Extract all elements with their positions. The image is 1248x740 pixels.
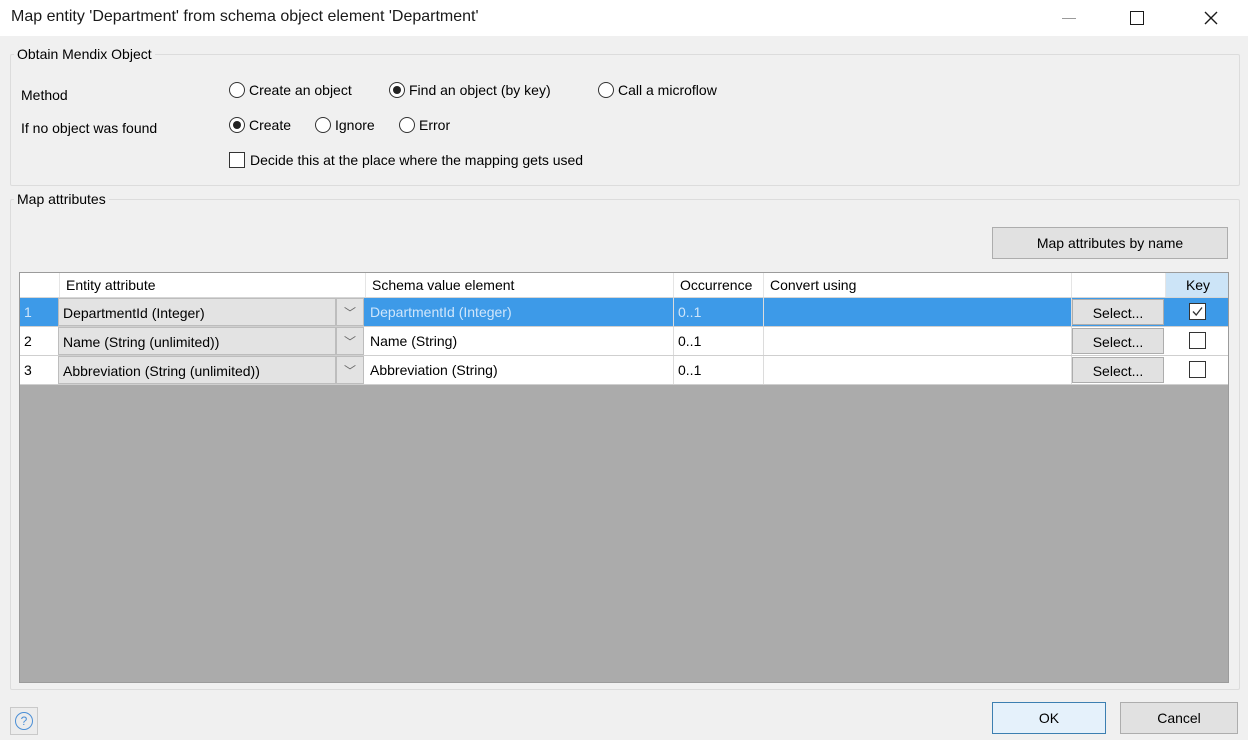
row-number: 2 [24,333,32,349]
column-header-occurrence[interactable]: Occurrence [674,273,764,297]
map-attributes-legend: Map attributes [17,191,106,207]
column-header-key[interactable]: Key [1166,273,1228,297]
obtain-object-group: Obtain Mendix Object [10,46,1240,186]
convert-using-cell [764,327,1072,355]
radio-ignore[interactable] [315,117,331,133]
check-icon [1192,307,1203,317]
minimize-button[interactable] [1042,0,1096,36]
schema-value-cell: DepartmentId (Integer) [366,298,674,326]
radio-find-object[interactable] [389,82,405,98]
attribute-grid: Entity attribute Schema value element Oc… [19,272,1229,683]
help-button[interactable]: ? [10,707,38,735]
occurrence-cell: 0..1 [674,298,764,326]
map-by-name-button[interactable]: Map attributes by name [992,227,1228,259]
table-row[interactable]: 2 Name (String (unlimited)) ﹀ Name (Stri… [20,327,1228,356]
not-found-option-create[interactable]: Create [229,117,291,133]
select-converter-button[interactable]: Select... [1072,328,1164,354]
convert-using-cell [764,298,1072,326]
close-icon [1204,11,1218,25]
decide-checkbox[interactable] [229,152,245,168]
radio-label: Create [249,117,292,133]
not-found-label: If no object was found [21,120,158,136]
method-option-create[interactable]: Create an object [229,82,352,98]
column-header-schema[interactable]: Schema value element [366,273,674,297]
table-row[interactable]: 1 DepartmentId (Integer) ﹀ DepartmentId … [20,298,1228,327]
maximize-icon [1130,11,1144,25]
convert-using-cell [764,356,1072,384]
entity-attribute-dropdown[interactable]: Abbreviation (String (unlimited)) [58,356,336,384]
schema-value-cell: Name (String) [366,327,674,355]
row-number-header [20,273,60,297]
ok-button[interactable]: OK [992,702,1106,734]
column-header-entity[interactable]: Entity attribute [60,273,366,297]
row-number: 3 [24,362,32,378]
occurrence-cell: 0..1 [674,327,764,355]
table-row[interactable]: 3 Abbreviation (String (unlimited)) ﹀ Ab… [20,356,1228,385]
select-converter-button[interactable]: Select... [1072,299,1164,325]
column-header-select [1072,273,1166,297]
not-found-option-ignore[interactable]: Ignore [315,117,375,133]
method-label: Method [21,87,68,103]
row-number: 1 [24,304,32,320]
minimize-icon [1062,17,1076,19]
help-icon: ? [15,712,33,730]
obtain-object-legend: Obtain Mendix Object [17,46,152,62]
entity-attribute-dropdown[interactable]: DepartmentId (Integer) [58,298,336,326]
select-converter-button[interactable]: Select... [1072,357,1164,383]
radio-label: Call a microflow [618,82,717,98]
radio-call-microflow[interactable] [598,82,614,98]
window-title: Map entity 'Department' from schema obje… [11,8,479,25]
radio-label: Find an object (by key) [409,82,551,98]
radio-error[interactable] [399,117,415,133]
key-checkbox[interactable] [1189,361,1206,378]
decide-option[interactable]: Decide this at the place where the mappi… [229,152,583,168]
entity-attribute-dropdown[interactable]: Name (String (unlimited)) [58,327,336,355]
cancel-button[interactable]: Cancel [1120,702,1238,734]
not-found-option-error[interactable]: Error [399,117,450,133]
radio-label: Create an object [249,82,352,98]
occurrence-cell: 0..1 [674,356,764,384]
radio-create-object[interactable] [229,82,245,98]
radio-label: Error [419,117,451,133]
radio-label: Ignore [335,117,375,133]
grid-header: Entity attribute Schema value element Oc… [20,273,1228,298]
title-bar: Map entity 'Department' from schema obje… [0,0,1248,36]
decide-label: Decide this at the place where the mappi… [250,152,584,168]
key-checkbox[interactable] [1189,332,1206,349]
method-option-microflow[interactable]: Call a microflow [598,82,717,98]
chevron-down-icon[interactable]: ﹀ [336,327,364,355]
chevron-down-icon[interactable]: ﹀ [336,298,364,326]
key-checkbox[interactable] [1189,303,1206,320]
schema-value-cell: Abbreviation (String) [366,356,674,384]
radio-create[interactable] [229,117,245,133]
method-option-find[interactable]: Find an object (by key) [389,82,551,98]
maximize-button[interactable] [1110,0,1164,36]
chevron-down-icon[interactable]: ﹀ [336,356,364,384]
column-header-convert[interactable]: Convert using [768,273,1072,297]
close-button[interactable] [1184,0,1238,36]
